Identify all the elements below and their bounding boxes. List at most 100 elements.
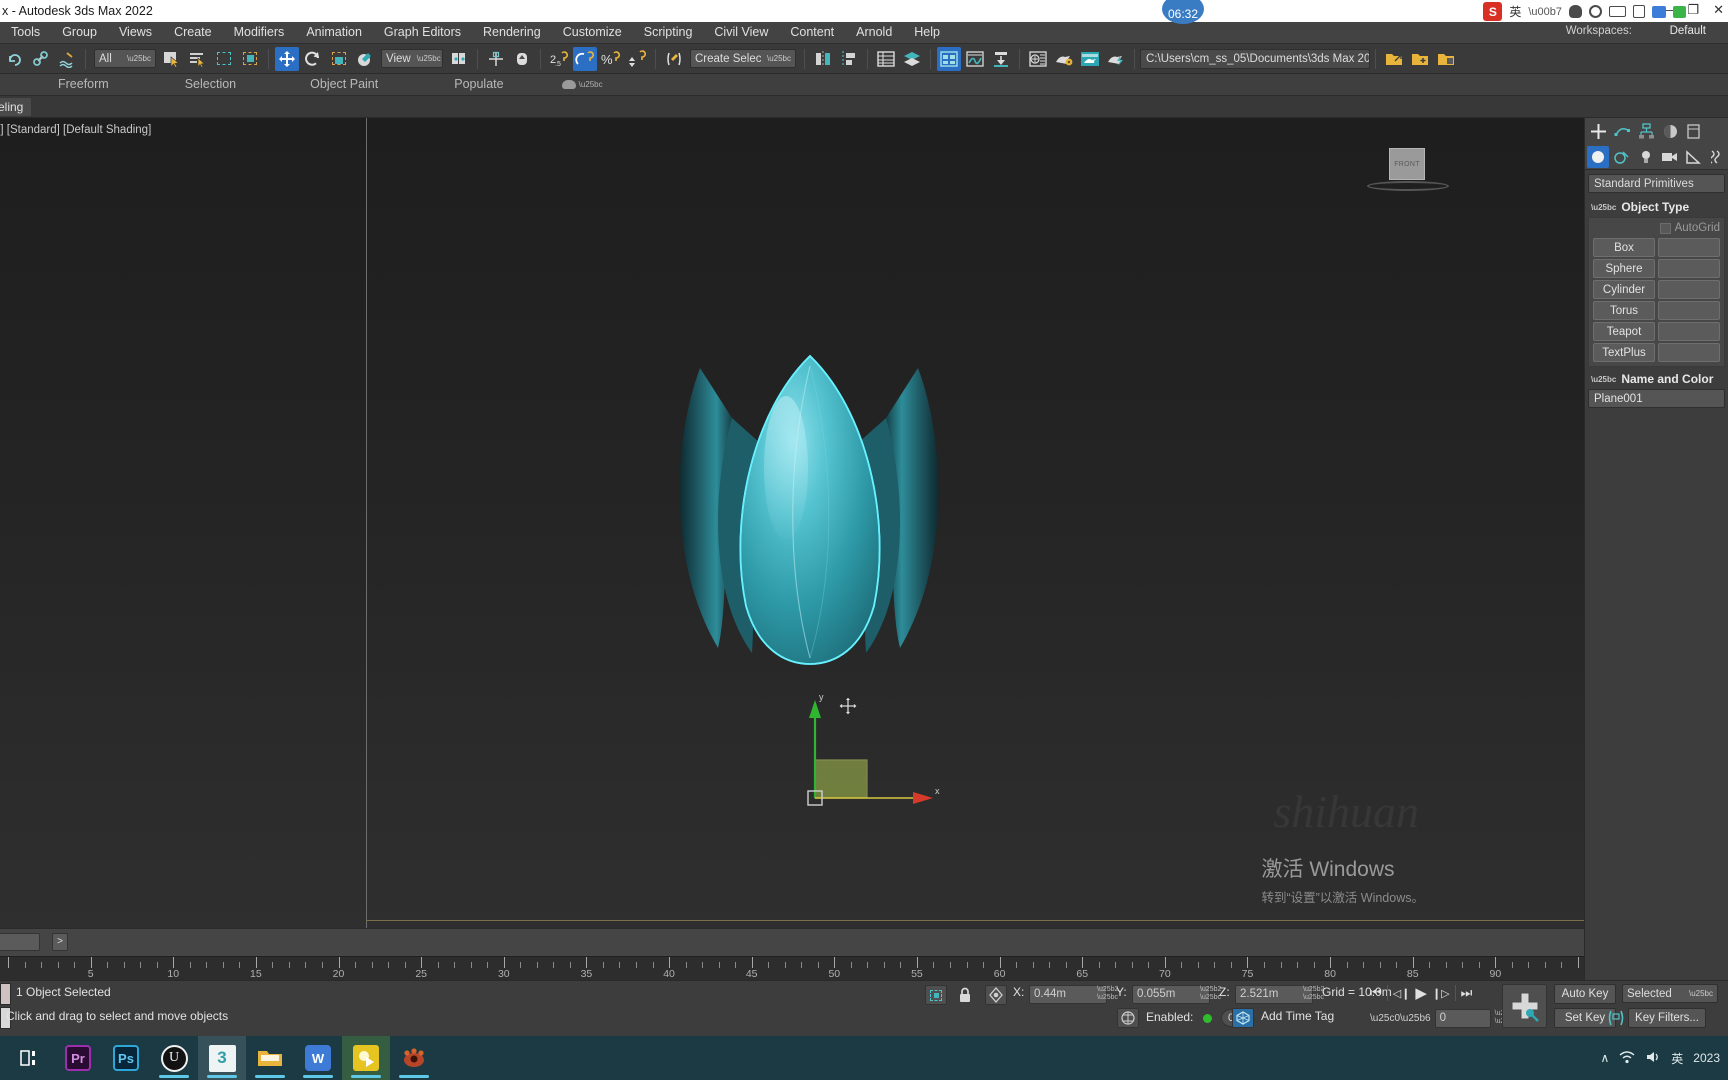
menu-item-scripting[interactable]: Scripting	[633, 22, 704, 43]
close-icon[interactable]: ✕	[1713, 2, 1724, 18]
select-and-scale-icon[interactable]	[327, 47, 351, 71]
animation-playback-controls[interactable]: ⏮ ◁❙ ▶ ❙▷ ⏭	[1370, 984, 1472, 1002]
absolute-relative-transform-icon[interactable]	[985, 985, 1007, 1005]
primitive-button-pyramid[interactable]	[1658, 301, 1720, 320]
goto-start-button[interactable]: ⏮	[1370, 985, 1382, 1001]
view-cube[interactable]: FRONT	[1367, 148, 1449, 191]
undo-icon[interactable]	[3, 47, 27, 71]
ime-logo-icon[interactable]: S	[1483, 2, 1503, 21]
spinner-snap-toggle-icon[interactable]	[625, 47, 649, 71]
primitive-button-textplus[interactable]: TextPlus	[1593, 343, 1655, 362]
system-tray[interactable]: ∧ 英 2023	[1600, 1036, 1728, 1080]
geometry-icon[interactable]	[1587, 145, 1609, 168]
primitive-button-geosphere[interactable]	[1658, 259, 1720, 278]
goto-end-button[interactable]: ⏭	[1461, 985, 1473, 1001]
x-spinner-icon[interactable]: \u25b2 \u25bc	[1097, 986, 1118, 1003]
ime-toolbar[interactable]: S 英 \u00b7	[1483, 2, 1686, 21]
taskbar-item-potplayer[interactable]	[342, 1036, 390, 1080]
emoji-icon[interactable]	[1589, 5, 1602, 18]
select-by-name-icon[interactable]	[186, 47, 210, 71]
set-key-plus-icon[interactable]	[1502, 984, 1547, 1028]
view-cube-face[interactable]: FRONT	[1389, 148, 1425, 180]
placement-tool-icon[interactable]	[353, 47, 377, 71]
keyboard-icon[interactable]	[1609, 6, 1626, 17]
viewport[interactable]: t ] [Standard] [Default Shading] FRONT y…	[0, 118, 1584, 928]
open-folder-icon[interactable]	[1382, 47, 1406, 71]
key-mode-bracket-icon[interactable]	[1606, 1009, 1626, 1030]
snap-working-pivot-icon[interactable]	[510, 47, 534, 71]
ime-lang-label[interactable]: 英	[1509, 3, 1521, 20]
next-frame-button-2[interactable]: ❙▷	[1432, 987, 1450, 1000]
named-selection-set-dropdown[interactable]: Create Selection Set \u25bc	[690, 49, 796, 68]
command-panel[interactable]: Standard Primitives \u25bc Object Type A…	[1584, 118, 1728, 1036]
primitive-button-grid[interactable]: Box Sphere Cylinder Torus Teapot TextPlu…	[1593, 238, 1720, 362]
ribbon-tab-selection[interactable]: Selection	[175, 74, 246, 95]
schematic-view-icon[interactable]	[989, 47, 1013, 71]
hierarchy-tab-icon[interactable]	[1635, 120, 1657, 142]
angle-snap-toggle-icon[interactable]	[573, 46, 597, 71]
reference-coordinate-dropdown[interactable]: View \u25bc	[381, 49, 443, 68]
primitive-button-cone[interactable]	[1658, 238, 1720, 257]
object-name-field[interactable]: Plane001	[1588, 389, 1725, 408]
windows-taskbar[interactable]: Pr Ps U 3 W ∧ 英 2023	[0, 1036, 1728, 1080]
select-and-manipulate-icon[interactable]	[484, 47, 508, 71]
menu-item-rendering[interactable]: Rendering	[472, 22, 552, 43]
ribbon-overflow-chevron-icon[interactable]: \u25bc	[561, 80, 603, 89]
modeling-ribbon[interactable]: Freeform Selection Object Paint Populate…	[0, 74, 1728, 96]
menu-item-create[interactable]: Create	[163, 22, 223, 43]
window-crossing-icon[interactable]	[238, 47, 262, 71]
toolbox-icon[interactable]	[1652, 5, 1666, 18]
frame-stepper-icon[interactable]: \u25c0\u25b6	[1370, 1013, 1431, 1024]
tray-chevron-icon[interactable]: ∧	[1600, 1051, 1609, 1065]
selection-filter-dropdown[interactable]: All \u25bc	[94, 49, 156, 68]
scene-explorer-icon[interactable]	[874, 47, 898, 71]
use-pivot-center-icon[interactable]	[447, 47, 471, 71]
maxscript-listener-pink[interactable]	[0, 983, 11, 1005]
primitive-button-teapot[interactable]: Teapot	[1593, 322, 1655, 341]
spacewarps-icon[interactable]	[1706, 146, 1728, 168]
primitive-category-dropdown[interactable]: Standard Primitives	[1588, 174, 1725, 193]
new-folder-icon[interactable]	[1408, 47, 1432, 71]
key-filter-set-dropdown[interactable]: Selected \u25bc	[1622, 984, 1718, 1003]
mic-icon[interactable]	[1569, 5, 1582, 18]
menu-item-modifiers[interactable]: Modifiers	[223, 22, 296, 43]
add-time-tag-label[interactable]: Add Time Tag	[1261, 1009, 1334, 1023]
y-coordinate-field[interactable]: 0.055m	[1132, 985, 1210, 1004]
cameras-icon[interactable]	[1658, 146, 1680, 168]
volume-icon[interactable]	[1645, 1050, 1661, 1067]
toggle-ribbon-icon[interactable]	[937, 46, 961, 71]
key-filters-button[interactable]: Key Filters...	[1628, 1008, 1706, 1028]
menu-item-graph-editors[interactable]: Graph Editors	[373, 22, 472, 43]
render-production-icon[interactable]	[1104, 47, 1128, 71]
mirror-icon[interactable]	[811, 47, 835, 71]
task-view-icon[interactable]	[6, 1036, 54, 1080]
curve-editor-icon[interactable]	[963, 47, 987, 71]
lights-icon[interactable]	[1635, 146, 1657, 168]
track-bar-ruler[interactable]: 5 10 15 20 25 30 35 40 45 50 55 60 65 70 75 80 85 90	[0, 956, 1584, 980]
taskbar-item-browser[interactable]	[390, 1036, 438, 1080]
tray-ime-label[interactable]: 英	[1671, 1050, 1683, 1067]
save-folder-icon[interactable]	[1434, 47, 1458, 71]
select-object-icon[interactable]	[160, 47, 184, 71]
bind-spacewarp-icon[interactable]	[55, 47, 79, 71]
ribbon-tab-populate[interactable]: Populate	[444, 74, 513, 95]
3d-model-object[interactable]	[660, 348, 960, 688]
menu-item-customize[interactable]: Customize	[552, 22, 633, 43]
transform-gizmo[interactable]: y x	[795, 688, 955, 828]
play-animation-button[interactable]: ▶	[1415, 984, 1427, 1002]
autogrid-row[interactable]: AutoGrid	[1593, 222, 1720, 234]
menu-item-tools[interactable]: Tools	[0, 22, 51, 43]
menu-item-arnold[interactable]: Arnold	[845, 22, 903, 43]
ribbon-tab-object-paint[interactable]: Object Paint	[300, 74, 388, 95]
maximize-icon[interactable]: ❐	[1687, 2, 1699, 18]
taskbar-item-premiere-pro[interactable]: Pr	[54, 1036, 102, 1080]
edit-named-selection-sets-icon[interactable]	[662, 47, 686, 71]
tray-date-label[interactable]: 2023	[1693, 1051, 1720, 1065]
helpers-icon[interactable]	[1682, 146, 1704, 168]
material-editor-icon[interactable]	[1026, 47, 1050, 71]
percent-snap-toggle-icon[interactable]: %	[599, 47, 623, 71]
auto-key-button[interactable]: Auto Key	[1554, 984, 1616, 1004]
previous-frame-button[interactable]: ◁❙	[1393, 987, 1411, 1000]
object-type-rollout-header[interactable]: \u25bc Object Type	[1585, 197, 1728, 217]
primitive-button-plane[interactable]	[1658, 322, 1720, 341]
